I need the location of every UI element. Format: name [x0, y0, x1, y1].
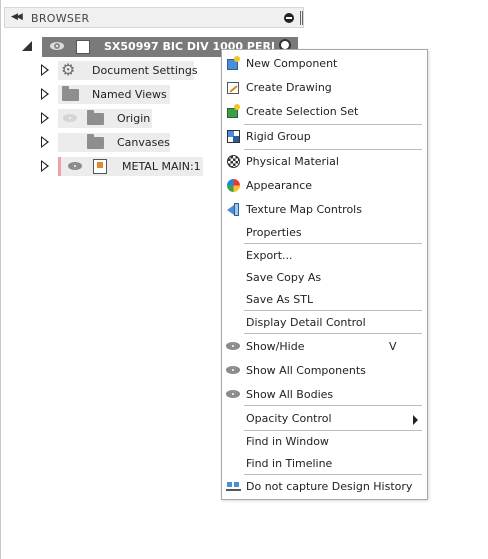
menu-separator [244, 124, 422, 125]
texture-map-icon [226, 202, 241, 217]
menu-item-show-all-bodies[interactable]: Show All Bodies [222, 384, 427, 406]
expand-icon[interactable] [41, 64, 49, 76]
menu-item-do-not-capture-history[interactable]: Do not capture Design History [222, 476, 427, 498]
tree-item-label: Canvases [117, 136, 170, 149]
menu-item-appearance[interactable]: Appearance [222, 175, 427, 197]
menu-item-save-as-stl[interactable]: Save As STL [222, 289, 427, 311]
gear-icon: ⚙ [61, 60, 76, 79]
expand-icon[interactable] [41, 88, 49, 100]
menu-separator [244, 405, 422, 406]
collapse-triangle-icon[interactable] [22, 41, 32, 51]
tree-item-document-settings[interactable]: ⚙ Document Settings [38, 61, 198, 81]
expand-icon[interactable] [41, 160, 49, 172]
tree-item-metal-main[interactable]: METAL MAIN:1 [38, 157, 208, 177]
menu-separator [244, 243, 422, 244]
browser-title: BROWSER [31, 12, 90, 25]
expand-icon[interactable] [41, 112, 49, 124]
menu-item-show-hide[interactable]: Show/Hide V [222, 336, 427, 358]
menu-item-properties[interactable]: Properties [222, 222, 427, 244]
eye-icon[interactable] [50, 42, 64, 50]
appearance-icon [226, 178, 241, 193]
folder-icon [87, 110, 104, 125]
menu-item-physical-material[interactable]: Physical Material [222, 151, 427, 173]
tree-item-label: Document Settings [92, 64, 198, 77]
collapse-panel-icon[interactable]: ◀◀ [11, 12, 23, 22]
submenu-arrow-icon [413, 415, 418, 425]
minimize-icon[interactable] [284, 13, 294, 23]
menu-separator [244, 474, 422, 475]
menu-item-new-component[interactable]: New Component [222, 53, 427, 75]
create-drawing-icon [226, 80, 241, 95]
new-component-icon [226, 56, 241, 71]
tree-item-label: METAL MAIN:1 [122, 160, 201, 173]
context-menu: New Component Create Drawing Create Sele… [221, 49, 428, 500]
tree-item-label: Named Views [92, 88, 167, 101]
menu-item-show-all-components[interactable]: Show All Components [222, 360, 427, 382]
component-icon [76, 40, 90, 54]
folder-icon [87, 134, 104, 149]
menu-item-display-detail-control[interactable]: Display Detail Control [222, 312, 427, 334]
component-icon [93, 159, 107, 174]
rigid-group-icon [226, 129, 241, 144]
eye-hidden-icon[interactable] [63, 114, 77, 122]
menu-item-opacity-control[interactable]: Opacity Control [222, 408, 427, 430]
menu-item-find-in-timeline[interactable]: Find in Timeline [222, 453, 427, 475]
menu-item-export[interactable]: Export... [222, 245, 427, 267]
eye-icon [226, 387, 241, 402]
panel-left-border [0, 0, 1, 559]
selection-set-icon [226, 104, 241, 119]
menu-separator [244, 149, 422, 150]
menu-separator [244, 310, 422, 311]
eye-icon [226, 363, 241, 378]
menu-item-rigid-group[interactable]: Rigid Group [222, 126, 427, 148]
design-history-icon [226, 479, 241, 494]
tree-item-label: Origin [117, 112, 151, 125]
folder-icon [62, 86, 79, 101]
tree-item-named-views[interactable]: Named Views [38, 85, 178, 105]
eye-icon[interactable] [68, 162, 82, 170]
menu-item-find-in-window[interactable]: Find in Window [222, 431, 427, 453]
menu-item-texture-map-controls[interactable]: Texture Map Controls [222, 199, 427, 221]
panel-grip-icon[interactable] [300, 11, 303, 25]
menu-item-save-copy-as[interactable]: Save Copy As [222, 267, 427, 289]
tree-item-canvases[interactable]: Canvases [38, 133, 178, 153]
menu-separator [244, 333, 422, 334]
physical-material-icon [226, 154, 241, 169]
menu-item-create-selection-set[interactable]: Create Selection Set [222, 101, 427, 123]
shortcut-label: V [389, 340, 397, 353]
eye-icon [226, 339, 241, 354]
menu-item-create-drawing[interactable]: Create Drawing [222, 77, 427, 99]
browser-header: ◀◀ BROWSER [4, 7, 304, 28]
tree-item-origin[interactable]: Origin [38, 109, 168, 129]
expand-icon[interactable] [41, 136, 49, 148]
